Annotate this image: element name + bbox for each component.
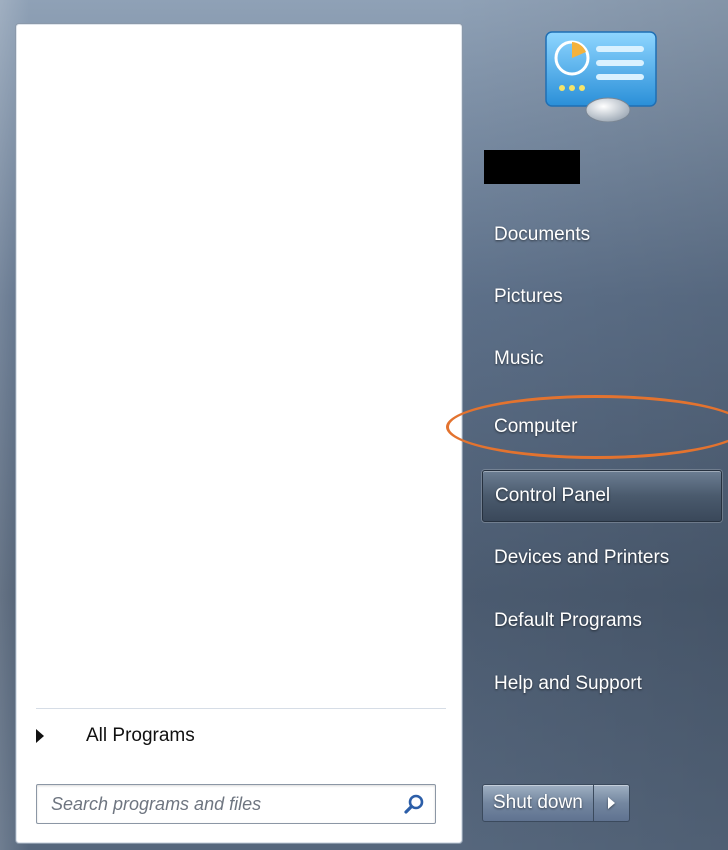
search-icon[interactable] [403, 793, 425, 815]
pictures-label: Pictures [494, 286, 563, 307]
default-programs-label: Default Programs [494, 610, 642, 631]
right-arrow-icon [607, 797, 615, 809]
shutdown-button[interactable]: Shut down [482, 784, 594, 822]
search-input[interactable] [37, 785, 393, 823]
computer-label: Computer [494, 416, 578, 437]
music-item[interactable]: Music [482, 336, 722, 382]
help-and-support-label: Help and Support [494, 673, 642, 694]
control-panel-label: Control Panel [495, 485, 611, 506]
shutdown-options-button[interactable] [593, 784, 630, 822]
pinned-programs-area [18, 26, 460, 706]
control-panel-picture-icon[interactable] [542, 30, 660, 122]
music-label: Music [494, 348, 544, 369]
user-name-redacted[interactable] [484, 150, 580, 184]
devices-and-printers-item[interactable]: Devices and Printers [482, 535, 722, 581]
right-arrow-icon [36, 729, 44, 743]
all-programs-label: All Programs [86, 725, 195, 746]
pictures-item[interactable]: Pictures [482, 274, 722, 320]
default-programs-item[interactable]: Default Programs [482, 598, 722, 644]
devices-and-printers-label: Devices and Printers [494, 547, 670, 568]
documents-label: Documents [494, 224, 591, 245]
divider [36, 708, 446, 709]
documents-item[interactable]: Documents [482, 212, 722, 258]
left-pane: All Programs [15, 23, 463, 844]
computer-item[interactable]: Computer [482, 404, 722, 450]
shutdown-label: Shut down [493, 792, 583, 813]
search-box[interactable] [36, 784, 436, 824]
start-menu: All Programs Search programs and files D… [0, 0, 728, 850]
shutdown-group: Shut down [482, 784, 630, 822]
all-programs-button[interactable]: All Programs [32, 720, 448, 752]
help-and-support-item[interactable]: Help and Support [482, 661, 722, 707]
control-panel-item[interactable]: Control Panel [482, 470, 722, 522]
